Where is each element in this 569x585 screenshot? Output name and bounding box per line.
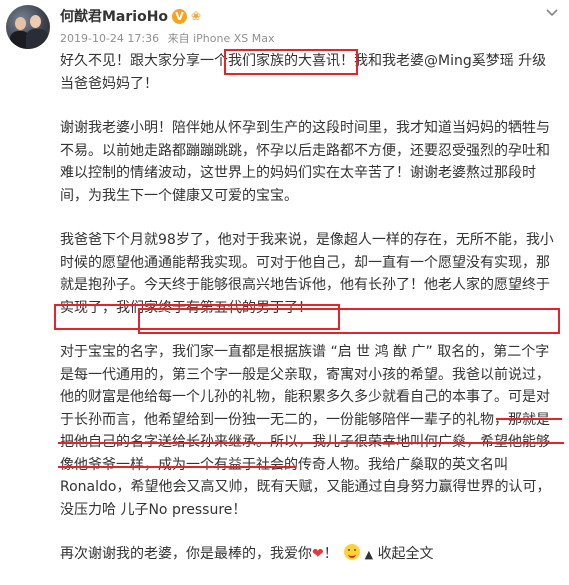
- post-header: 何猷君MarioHo V ❀ 2019-10-24 17:36 来自 iPhon…: [0, 0, 569, 50]
- highlighted-phrase: 我们家族的大喜讯！: [228, 53, 354, 69]
- paragraph-name: 对于宝宝的名字，我们家一直都是根据族谱 “启 世 鸿 猷 广” 取名的，第二个字…: [60, 344, 551, 518]
- heart-icon: ❤: [312, 546, 324, 562]
- closing-line: 再次谢谢我的老婆，你是最棒的，我爱你❤！ ▲ 收起全文: [60, 544, 434, 562]
- verified-badge-icon: V: [172, 8, 188, 24]
- chevron-down-icon[interactable]: [545, 8, 559, 18]
- post-timestamp[interactable]: 2019-10-24 17:36: [60, 32, 159, 45]
- heart-badge-icon: ❀: [191, 9, 202, 23]
- paragraph-thanks: 谢谢我老婆小明！陪伴她从怀孕到生产的这段时间里，我才知道当妈妈的牺牲与不易。以前…: [60, 120, 550, 204]
- author-name[interactable]: 何猷君MarioHo: [60, 6, 168, 26]
- emoji-icon: [344, 544, 361, 560]
- avatar[interactable]: [6, 5, 50, 49]
- post-source: 来自 iPhone XS Max: [167, 32, 275, 45]
- collapse-arrow-icon: ▲: [364, 548, 374, 561]
- paragraph-father: 我爸爸下个月就98岁了，他对于我来说，是像超人一样的存在，无所不能，我小时候的愿…: [60, 232, 554, 316]
- post-body: 好久不见！跟大家分享一个我们家族的大喜讯！我和我老婆@Ming奚梦瑶 升级当爸爸…: [60, 50, 560, 567]
- collapse-full-text-link[interactable]: ▲ 收起全文: [365, 546, 434, 562]
- author-row: 何猷君MarioHo V ❀: [60, 6, 201, 26]
- paragraph-announcement: 好久不见！跟大家分享一个我们家族的大喜讯！我和我老婆@Ming奚梦瑶 升级当爸爸…: [60, 53, 547, 92]
- post-meta: 2019-10-24 17:36 来自 iPhone XS Max: [60, 30, 275, 46]
